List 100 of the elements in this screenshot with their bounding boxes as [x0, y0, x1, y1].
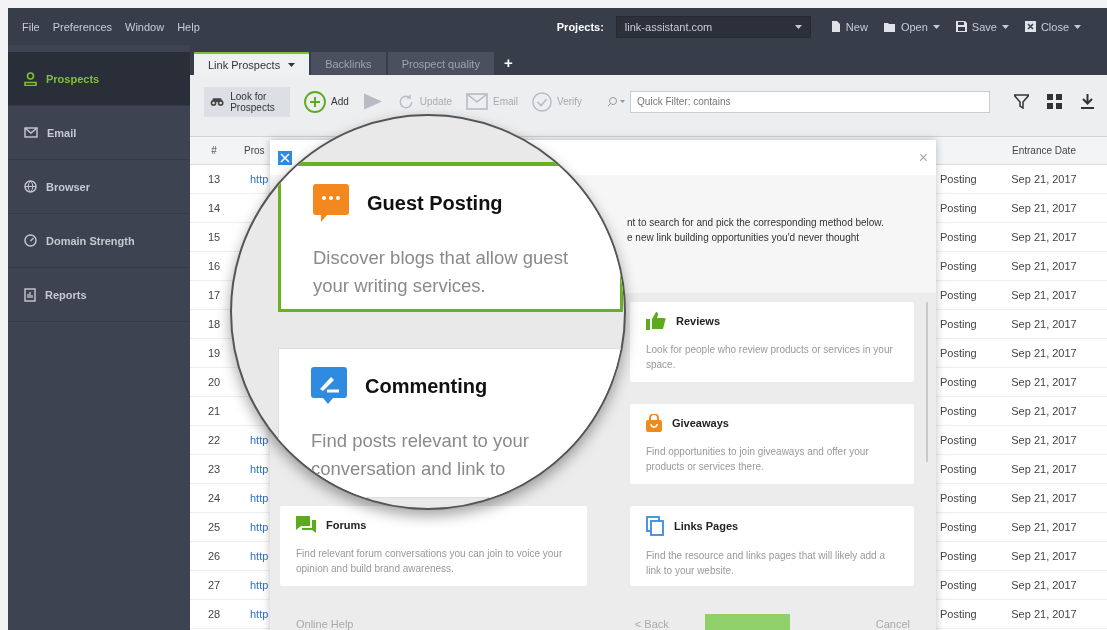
- intro-text: nt to search for and pick the corresponding method below.: [627, 216, 885, 230]
- link-text[interactable]: http: [250, 492, 269, 504]
- intro-text: e new link building opportunities you'd never thought: [627, 231, 861, 245]
- scrollbar[interactable]: [926, 302, 928, 462]
- sidebar-item[interactable]: Domain Strength: [8, 214, 190, 268]
- table-cell-text: Posting: [939, 173, 978, 185]
- toolbar-button[interactable]: Close: [1024, 20, 1081, 33]
- link-text[interactable]: http: [250, 579, 269, 591]
- projects-label: Projects:: [556, 20, 604, 33]
- table-cell-text: Sep 21, 2017: [1010, 173, 1078, 185]
- download-icon[interactable]: [1080, 94, 1095, 109]
- card-description: Look for people who review products or services in your space.: [646, 343, 894, 372]
- card-description: Find relevant forum conversations you can join to voice your opinion and build brand awareness.: [296, 547, 564, 576]
- card-title: Giveaways: [672, 417, 729, 429]
- grid-icon[interactable]: [1047, 94, 1062, 109]
- method-card[interactable]: Giveaways Find opportunities to join giveaways and offer your products or services there.: [630, 404, 914, 484]
- table-cell-text: Posting: [939, 260, 978, 272]
- table-cell-text: Posting: [939, 202, 978, 214]
- method-card[interactable]: Forums Find relevant forum conversations you can join to voice your opinion and build brand awareness.: [280, 506, 587, 586]
- link-text[interactable]: http: [250, 173, 269, 185]
- toolbar-button[interactable]: New: [830, 20, 868, 33]
- row-number: 28: [206, 608, 222, 620]
- row-number: 16: [206, 260, 222, 272]
- table-cell-text: Posting: [939, 521, 978, 533]
- search-field[interactable]: Quick Filter: contains: [630, 90, 990, 113]
- app-logo-icon: [278, 150, 292, 165]
- table-cell-text: Sep 21, 2017: [1010, 434, 1078, 446]
- table-cell-text: Sep 21, 2017: [1010, 318, 1078, 330]
- table-cell-text: Sep 21, 2017: [1010, 260, 1078, 272]
- link-text[interactable]: http: [250, 550, 269, 562]
- sidebar-item[interactable]: Browser: [8, 160, 190, 214]
- row-number: 21: [206, 405, 222, 417]
- table-cell-text: Posting: [939, 608, 978, 620]
- card-description: Find posts relevant to your conversation and link to: [311, 429, 530, 481]
- table-cell-text: Sep 21, 2017: [1010, 231, 1078, 243]
- chat-bubbles-icon: [296, 516, 316, 534]
- toolbar-button[interactable]: Add: [304, 90, 349, 113]
- caret-icon: [288, 62, 296, 67]
- card-title: Guest Posting: [367, 191, 503, 215]
- globe-icon: [24, 180, 37, 193]
- caret-icon: [932, 24, 940, 29]
- row-number: 14: [206, 202, 222, 214]
- envelope-icon: [24, 127, 38, 138]
- link-text[interactable]: http: [250, 521, 269, 533]
- table-cell-text: Sep 21, 2017: [1010, 550, 1078, 562]
- row-number: 24: [206, 492, 222, 504]
- table-cell-text: Posting: [939, 463, 978, 475]
- sidebar-item[interactable]: Prospects: [8, 52, 190, 106]
- document-icon: [830, 21, 841, 32]
- table-cell-text: Sep 21, 2017: [1010, 289, 1078, 301]
- row-number: 22: [206, 434, 222, 446]
- filter-icon[interactable]: [1014, 94, 1029, 109]
- copy-pages-icon: [646, 516, 664, 536]
- link-text[interactable]: http: [250, 434, 269, 446]
- sidebar-item[interactable]: Reports: [8, 268, 190, 322]
- search-icon: [608, 96, 627, 107]
- table-cell-text: Sep 21, 2017: [1010, 492, 1078, 504]
- row-number: 26: [206, 550, 222, 562]
- table-cell-text: Posting: [939, 231, 978, 243]
- method-card[interactable]: Guest Posting Discover blogs that allow guest your writing services.: [278, 162, 623, 312]
- table-cell-text: Sep 21, 2017: [1010, 579, 1078, 591]
- link-text[interactable]: http: [250, 463, 269, 475]
- table-cell-text: Sep 21, 2017: [1010, 405, 1078, 417]
- person-icon: [24, 71, 37, 86]
- menu-item[interactable]: File: [22, 20, 40, 33]
- method-card[interactable]: Links Pages Find the resource and links pages that will likely add a link to your website.: [630, 506, 914, 586]
- table-cell-text: Sep 21, 2017: [1010, 202, 1078, 214]
- caret-icon: [1074, 24, 1081, 29]
- shopping-bag-icon: [646, 414, 662, 432]
- card-title: Reviews: [676, 315, 721, 327]
- toolbar-button[interactable]: Save: [955, 20, 1009, 33]
- menu-item[interactable]: Help: [177, 20, 200, 33]
- row-number: 25: [206, 521, 222, 533]
- toolbar-button[interactable]: Look for Prospects: [204, 86, 290, 117]
- tab[interactable]: Link Prospects: [194, 52, 310, 75]
- table-cell-text: Sep 21, 2017: [1010, 376, 1078, 388]
- row-number: 19: [206, 347, 222, 359]
- add-tab-button[interactable]: +: [495, 54, 521, 75]
- column-header[interactable]: Pros: [244, 145, 265, 156]
- close-box-icon: [1024, 21, 1036, 32]
- menu-item[interactable]: Window: [125, 20, 165, 33]
- toolbar-button[interactable]: Open: [883, 20, 940, 33]
- table-cell-text: Posting: [939, 550, 978, 562]
- speech-bubble-icon: [313, 184, 349, 222]
- table-cell-text: Sep 21, 2017: [1010, 608, 1078, 620]
- row-number: 17: [206, 289, 222, 301]
- table-cell-text: Posting: [939, 434, 978, 446]
- column-header[interactable]: Entrance Date: [1012, 145, 1076, 156]
- add-icon: [304, 90, 326, 113]
- project-dropdown[interactable]: link-assistant.com: [615, 15, 811, 38]
- card-title: Commenting: [365, 374, 488, 398]
- column-header[interactable]: #: [211, 145, 217, 156]
- row-number: 15: [206, 231, 222, 243]
- card-title: Links Pages: [674, 520, 739, 532]
- row-number: 20: [206, 376, 222, 388]
- card-description: Find opportunities to join giveaways and offer your products or services there.: [646, 445, 870, 474]
- pencil-bubble-icon: [311, 367, 347, 405]
- menu-item[interactable]: Preferences: [52, 20, 113, 33]
- method-card[interactable]: Reviews Look for people who review products or services in your space.: [630, 302, 914, 382]
- link-text[interactable]: http: [250, 608, 269, 620]
